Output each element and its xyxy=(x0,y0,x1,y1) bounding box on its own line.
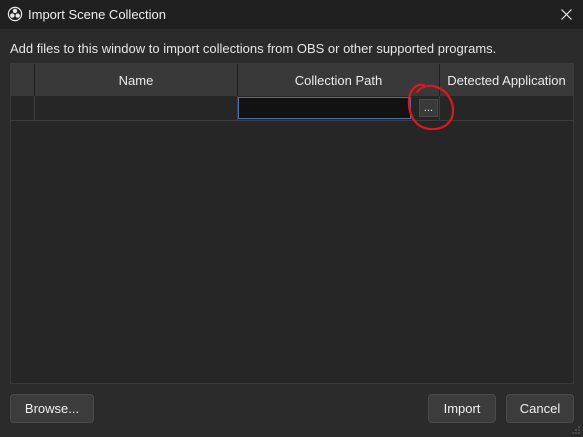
row-name-cell[interactable] xyxy=(35,96,238,120)
header-row-selector[interactable] xyxy=(11,64,35,96)
collection-path-input[interactable] xyxy=(238,97,411,119)
header-detected-application[interactable]: Detected Application xyxy=(440,64,573,96)
table-header: Name Collection Path Detected Applicatio… xyxy=(11,64,573,96)
header-name[interactable]: Name xyxy=(35,64,238,96)
import-table[interactable]: Name Collection Path Detected Applicatio… xyxy=(10,63,574,384)
browse-path-button[interactable]: ... xyxy=(419,99,438,117)
window-title: Import Scene Collection xyxy=(28,7,167,22)
title-bar: Import Scene Collection xyxy=(0,0,583,29)
table-row[interactable]: ... xyxy=(11,96,573,121)
resize-grip-icon[interactable] xyxy=(571,425,581,435)
cancel-button[interactable]: Cancel xyxy=(506,394,574,423)
header-collection-path[interactable]: Collection Path xyxy=(238,64,440,96)
row-selector[interactable] xyxy=(11,96,35,120)
description-text: Add files to this window to import colle… xyxy=(10,41,497,56)
row-application-cell[interactable] xyxy=(440,96,573,120)
obs-logo-icon xyxy=(7,6,23,22)
import-button[interactable]: Import xyxy=(428,394,496,423)
close-button[interactable] xyxy=(555,4,577,24)
browse-button[interactable]: Browse... xyxy=(10,394,94,423)
close-icon xyxy=(560,8,572,20)
